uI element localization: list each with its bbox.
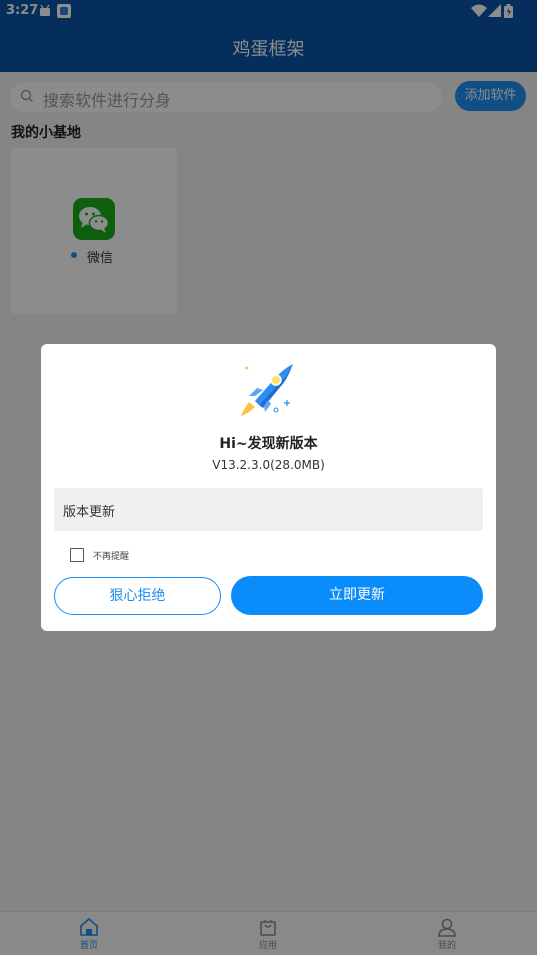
- version-info: V13.2.3.0(28.0MB): [212, 458, 325, 472]
- release-notes-text: 版本更新: [63, 505, 116, 520]
- release-notes: 版本更新: [54, 488, 483, 531]
- dialog-title: Hi~发现新版本: [219, 436, 318, 452]
- checkbox-box[interactable]: [70, 548, 84, 562]
- update-dialog: Hi~发现新版本 V13.2.3.0(28.0MB) 版本更新 不再提醒 狠心拒…: [41, 344, 496, 631]
- update-now-button[interactable]: 立即更新: [231, 576, 483, 615]
- refuse-button[interactable]: 狠心拒绝: [54, 577, 221, 615]
- rocket-icon: [241, 364, 293, 416]
- dont-remind-label: 不再提醒: [93, 552, 130, 562]
